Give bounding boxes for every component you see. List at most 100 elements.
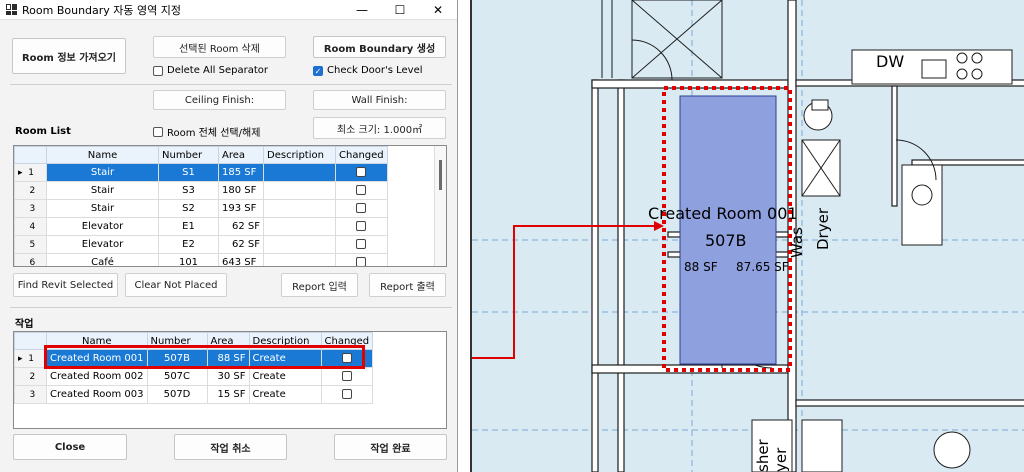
row-header-corner: [14, 332, 47, 350]
col-area[interactable]: Area: [218, 146, 264, 164]
cell-description[interactable]: Create: [248, 367, 322, 386]
wall-finish-button[interactable]: Wall Finish:: [313, 90, 446, 110]
cell-description[interactable]: [263, 199, 336, 218]
cell-area[interactable]: 180 SF: [218, 181, 264, 200]
create-boundary-button[interactable]: Room Boundary 생성: [313, 36, 446, 58]
cell-area[interactable]: 30 SF: [206, 367, 250, 386]
table-row[interactable]: 4 Elevator E1 62 SF: [14, 217, 388, 236]
ceiling-finish-button[interactable]: Ceiling Finish:: [153, 90, 286, 110]
room-select-all-label: Room 전체 선택/해제: [167, 128, 261, 139]
delete-selected-room-button[interactable]: 선택된 Room 삭제: [153, 36, 286, 58]
delete-all-separator-label: Delete All Separator: [167, 65, 268, 76]
room-boundary-dialog: Room Boundary 자동 영역 지정 — ☐ ✕ Room 정보 가져오…: [0, 0, 458, 472]
room-area-fill[interactable]: [679, 95, 777, 365]
dryer-tag: Dryer: [814, 208, 832, 250]
vertical-scrollbar[interactable]: [434, 146, 446, 266]
row-index: 2: [29, 371, 36, 382]
table-row[interactable]: 2 Created Room 002 507C 30 SF Create: [14, 367, 374, 386]
cell-number[interactable]: 507D: [146, 385, 208, 404]
cell-number[interactable]: 507C: [146, 367, 208, 386]
cell-number[interactable]: S3: [158, 181, 219, 200]
floor-plan-svg: [472, 0, 1024, 472]
dryer-bottom-tag: yer: [772, 447, 790, 472]
col-description[interactable]: Description: [263, 146, 336, 164]
cell-area[interactable]: 15 SF: [206, 385, 250, 404]
cell-description[interactable]: [263, 235, 336, 254]
get-room-info-button[interactable]: Room 정보 가져오기: [12, 38, 126, 74]
window-title: Room Boundary 자동 영역 지정: [22, 3, 182, 17]
room-area-tag: 88 SF: [684, 260, 718, 274]
cell-number[interactable]: S1: [158, 163, 219, 182]
col-number[interactable]: Number: [158, 146, 219, 164]
cell-name[interactable]: Stair: [46, 199, 159, 218]
room-calc-area-tag: 87.65 SF: [736, 260, 789, 274]
cell-description[interactable]: [263, 181, 336, 200]
table-row[interactable]: ▸ 1 Stair S1 185 SF: [14, 163, 388, 182]
cell-area[interactable]: 62 SF: [218, 235, 264, 254]
changed-checkbox[interactable]: [356, 257, 367, 266]
col-name[interactable]: Name: [46, 146, 159, 164]
checkbox-box[interactable]: [153, 126, 163, 137]
floor-plan-view[interactable]: Created Room 001 507B 88 SF 87.65 SF DW …: [470, 0, 1024, 472]
cell-area[interactable]: 193 SF: [218, 199, 264, 218]
close-icon[interactable]: ✕: [419, 3, 457, 17]
cell-number[interactable]: E2: [158, 235, 219, 254]
cell-name[interactable]: Created Room 002: [46, 367, 148, 386]
cell-description[interactable]: [263, 217, 336, 236]
app-icon: [6, 4, 17, 15]
min-size-button[interactable]: 최소 크기: 1.000㎡: [313, 117, 446, 139]
cancel-work-button[interactable]: 작업 취소: [174, 434, 287, 460]
checkbox-box[interactable]: [153, 65, 163, 76]
complete-work-button[interactable]: 작업 완료: [334, 434, 447, 460]
table-row[interactable]: 3 Stair S2 193 SF: [14, 199, 388, 218]
cell-area[interactable]: 643 SF: [218, 253, 264, 266]
cell-number[interactable]: S2: [158, 199, 219, 218]
selected-row-highlight: [44, 345, 365, 369]
clear-not-placed-button[interactable]: Clear Not Placed: [125, 273, 227, 297]
maximize-icon[interactable]: ☐: [381, 3, 419, 17]
table-row[interactable]: 5 Elevator E2 62 SF: [14, 235, 388, 254]
table-row[interactable]: 3 Created Room 003 507D 15 SF Create: [14, 385, 374, 404]
room-name-tag[interactable]: Created Room 001: [648, 204, 798, 223]
cell-description[interactable]: [263, 163, 336, 182]
check-door-level-checkbox[interactable]: ✓ Check Door's Level: [313, 65, 423, 76]
row-pointer-icon: ▸: [18, 353, 23, 364]
col-changed[interactable]: Changed: [335, 146, 388, 164]
washer-tag: Was: [788, 227, 806, 258]
changed-checkbox[interactable]: [356, 221, 367, 231]
changed-checkbox[interactable]: [356, 203, 367, 213]
cell-number[interactable]: 101: [158, 253, 219, 266]
cell-area[interactable]: 62 SF: [218, 217, 264, 236]
changed-checkbox[interactable]: [341, 371, 352, 381]
room-number-tag[interactable]: 507B: [705, 231, 747, 250]
title-bar: Room Boundary 자동 영역 지정 — ☐ ✕: [0, 0, 457, 20]
checkbox-checked-icon[interactable]: ✓: [313, 65, 323, 76]
cell-area[interactable]: 185 SF: [218, 163, 264, 182]
cell-description[interactable]: Create: [248, 385, 322, 404]
changed-checkbox[interactable]: [356, 185, 367, 195]
cell-name[interactable]: Elevator: [46, 235, 159, 254]
changed-checkbox[interactable]: [356, 167, 367, 177]
cell-name[interactable]: Café: [46, 253, 159, 266]
scrollbar-thumb[interactable]: [439, 160, 442, 190]
delete-all-separator-checkbox[interactable]: Delete All Separator: [153, 65, 268, 76]
minimize-icon[interactable]: —: [343, 3, 381, 17]
cell-name[interactable]: Created Room 003: [46, 385, 148, 404]
row-index: 2: [29, 185, 36, 196]
cell-name[interactable]: Stair: [46, 181, 159, 200]
cell-name[interactable]: Elevator: [46, 217, 159, 236]
table-row[interactable]: 2 Stair S3 180 SF: [14, 181, 388, 200]
room-select-all-checkbox[interactable]: Room 전체 선택/해제: [153, 124, 260, 139]
room-list-grid[interactable]: Name Number Area Description Changed ▸ 1…: [13, 145, 447, 267]
table-row[interactable]: 6 Café 101 643 SF: [14, 253, 388, 266]
cell-name[interactable]: Stair: [46, 163, 159, 182]
cell-number[interactable]: E1: [158, 217, 219, 236]
changed-checkbox[interactable]: [341, 389, 352, 399]
work-list-label: 작업: [15, 319, 34, 330]
report-input-button[interactable]: Report 입력: [281, 273, 358, 297]
report-output-button[interactable]: Report 출력: [369, 273, 446, 297]
find-revit-selected-button[interactable]: Find Revit Selected: [13, 273, 118, 297]
close-button[interactable]: Close: [13, 434, 127, 460]
changed-checkbox[interactable]: [356, 239, 367, 249]
cell-description[interactable]: [263, 253, 336, 266]
